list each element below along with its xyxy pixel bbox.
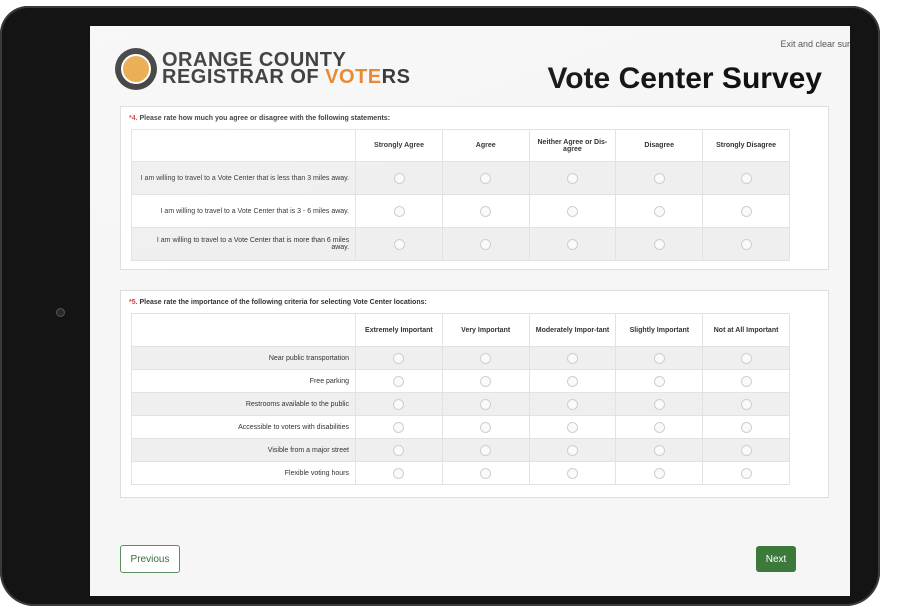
q4-column-header: Disagree bbox=[615, 129, 704, 162]
q5-row-label: Restrooms available to the public bbox=[131, 392, 356, 416]
q5-row-visible-street: Visible from a major street bbox=[131, 438, 790, 462]
radio-very-important[interactable] bbox=[480, 375, 492, 387]
radio-moderately-important[interactable] bbox=[566, 398, 578, 410]
radio-very-important[interactable] bbox=[480, 352, 492, 364]
radio-strongly-disagree[interactable] bbox=[740, 205, 752, 217]
radio-agree[interactable] bbox=[480, 172, 492, 184]
radio-agree[interactable] bbox=[480, 205, 492, 217]
radio-agree[interactable] bbox=[480, 238, 492, 250]
q4-column-header: Strongly Disagree bbox=[702, 129, 790, 162]
q4-row-less-than-3-miles: I am willing to travel to a Vote Center … bbox=[130, 161, 790, 195]
radio-not-important[interactable] bbox=[740, 467, 752, 479]
radio-extremely-important[interactable] bbox=[393, 444, 405, 456]
radio-moderately-important[interactable] bbox=[566, 352, 578, 364]
question-4-prompt: *4. Please rate how much you agree or di… bbox=[129, 115, 391, 122]
q4-column-header: Strongly Agree bbox=[355, 129, 443, 162]
radio-strongly-agree[interactable] bbox=[393, 172, 405, 184]
next-button[interactable]: Next bbox=[756, 546, 796, 572]
previous-button[interactable]: Previous bbox=[120, 545, 180, 573]
radio-slightly-important[interactable] bbox=[653, 375, 665, 387]
question-5-matrix: Extremely Important Very Important Moder… bbox=[131, 313, 790, 485]
q5-row-free-parking: Free parking bbox=[131, 369, 790, 393]
camera-dot bbox=[57, 309, 64, 316]
q5-row-label: Accessible to voters with disabilities bbox=[131, 415, 356, 439]
question-5-section: *5. Please rate the importance of the fo… bbox=[120, 290, 829, 498]
q4-row-more-than-6-miles: I am willing to travel to a Vote Center … bbox=[130, 227, 790, 261]
q4-row-label: I am willing to travel to a Vote Center … bbox=[130, 227, 357, 261]
q5-row-label: Flexible voting hours bbox=[131, 461, 356, 485]
radio-neither[interactable] bbox=[566, 205, 578, 217]
logo-line-2: REGISTRAR OF VOTERS bbox=[162, 66, 411, 88]
radio-slightly-important[interactable] bbox=[653, 467, 665, 479]
radio-strongly-disagree[interactable] bbox=[740, 238, 752, 250]
exit-clear-link[interactable]: Exit and clear sur bbox=[780, 39, 850, 49]
question-5-prompt: *5. Please rate the importance of the fo… bbox=[129, 299, 427, 306]
radio-slightly-important[interactable] bbox=[653, 421, 665, 433]
registrar-logo-text: ORANGE COUNTY REGISTRAR OF VOTERS bbox=[162, 50, 411, 88]
q4-row-label: I am willing to travel to a Vote Center … bbox=[130, 161, 357, 195]
radio-extremely-important[interactable] bbox=[393, 398, 405, 410]
radio-moderately-important[interactable] bbox=[566, 467, 578, 479]
radio-extremely-important[interactable] bbox=[393, 375, 405, 387]
q5-row-label: Free parking bbox=[131, 369, 356, 393]
q4-column-header: Neither Agree or Dis-agree bbox=[528, 129, 617, 162]
q5-column-header: Moderately Impor-tant bbox=[528, 313, 617, 347]
q5-column-header: Slightly Important bbox=[615, 313, 704, 347]
radio-strongly-agree[interactable] bbox=[393, 238, 405, 250]
q5-column-header: Very Important bbox=[441, 313, 530, 347]
tablet-frame: Exit and clear sur ORANGE COUNTY REGISTR… bbox=[0, 6, 880, 606]
radio-not-important[interactable] bbox=[740, 444, 752, 456]
q5-row-label: Visible from a major street bbox=[131, 438, 356, 462]
radio-extremely-important[interactable] bbox=[393, 467, 405, 479]
question-4-matrix: Strongly Agree Agree Neither Agree or Di… bbox=[130, 129, 790, 261]
radio-very-important[interactable] bbox=[480, 444, 492, 456]
q4-row-3-to-6-miles: I am willing to travel to a Vote Center … bbox=[130, 194, 790, 228]
radio-not-important[interactable] bbox=[740, 375, 752, 387]
q5-row-flexible-hours: Flexible voting hours bbox=[131, 461, 790, 485]
screen: Exit and clear sur ORANGE COUNTY REGISTR… bbox=[90, 26, 850, 596]
radio-disagree[interactable] bbox=[653, 238, 665, 250]
radio-moderately-important[interactable] bbox=[566, 444, 578, 456]
radio-neither[interactable] bbox=[566, 172, 578, 184]
radio-very-important[interactable] bbox=[480, 421, 492, 433]
county-seal-logo bbox=[115, 48, 157, 90]
radio-disagree[interactable] bbox=[653, 172, 665, 184]
q5-column-header: Extremely Important bbox=[354, 313, 443, 347]
radio-neither[interactable] bbox=[566, 238, 578, 250]
q5-column-header: Not at All Important bbox=[702, 313, 790, 347]
radio-slightly-important[interactable] bbox=[653, 398, 665, 410]
radio-moderately-important[interactable] bbox=[566, 375, 578, 387]
radio-disagree[interactable] bbox=[653, 205, 665, 217]
radio-extremely-important[interactable] bbox=[393, 352, 405, 364]
q4-column-header: Agree bbox=[441, 129, 530, 162]
radio-very-important[interactable] bbox=[480, 398, 492, 410]
q5-row-label: Near public transportation bbox=[131, 346, 356, 370]
radio-strongly-disagree[interactable] bbox=[740, 172, 752, 184]
radio-moderately-important[interactable] bbox=[566, 421, 578, 433]
radio-slightly-important[interactable] bbox=[653, 444, 665, 456]
page-title: Vote Center Survey bbox=[547, 62, 822, 95]
q5-row-restrooms: Restrooms available to the public bbox=[131, 392, 790, 416]
question-4-section: *4. Please rate how much you agree or di… bbox=[120, 106, 829, 270]
radio-very-important[interactable] bbox=[480, 467, 492, 479]
radio-not-important[interactable] bbox=[740, 398, 752, 410]
radio-not-important[interactable] bbox=[740, 421, 752, 433]
q4-row-label: I am willing to travel to a Vote Center … bbox=[130, 194, 357, 228]
radio-strongly-agree[interactable] bbox=[393, 205, 405, 217]
radio-not-important[interactable] bbox=[740, 352, 752, 364]
radio-slightly-important[interactable] bbox=[653, 352, 665, 364]
radio-extremely-important[interactable] bbox=[393, 421, 405, 433]
q5-row-public-transportation: Near public transportation bbox=[131, 346, 790, 370]
q5-row-accessible: Accessible to voters with disabilities bbox=[131, 415, 790, 439]
